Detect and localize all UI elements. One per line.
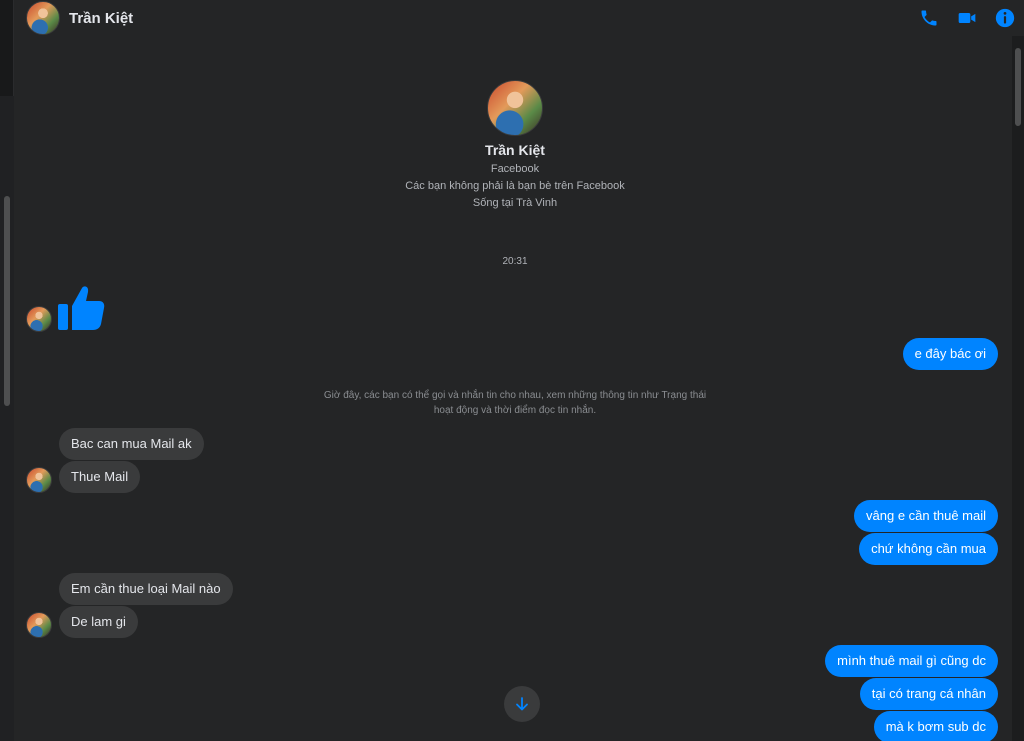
sender-avatar[interactable] xyxy=(26,612,52,638)
scroll-to-bottom-button[interactable] xyxy=(504,686,540,722)
contact-intro-card: Trần Kiệt Facebook Các bạn không phải là… xyxy=(14,80,1016,209)
video-camera-icon xyxy=(958,13,976,23)
avatar xyxy=(26,306,52,332)
message-bubble-outgoing[interactable]: tại có trang cá nhân xyxy=(859,678,998,710)
left-scrollbar-thumb[interactable] xyxy=(4,196,10,406)
avatar xyxy=(26,612,52,638)
header-actions xyxy=(910,0,1024,36)
message-bubble-outgoing[interactable]: vâng e cần thuê mail xyxy=(854,500,998,532)
like-sticker xyxy=(56,282,108,334)
voice-call-button[interactable] xyxy=(910,0,948,36)
message-bubble-incoming[interactable]: Bac can mua Mail ak xyxy=(59,428,204,460)
intro-platform: Facebook xyxy=(490,163,540,175)
system-notice-line: Giờ đây, các bạn có thể gọi và nhắn tin … xyxy=(323,390,707,401)
message-bubble-outgoing[interactable]: mà k bơm sub dc xyxy=(873,711,998,741)
right-scrollbar-thumb[interactable] xyxy=(1015,48,1021,126)
arrow-down-icon xyxy=(516,697,528,711)
message-bubble-outgoing[interactable]: mình thuê mail gì cũng dc xyxy=(825,645,998,677)
conversation-pane: Trần Kiệt Trần Kiệt Facebook Các bạn khô… xyxy=(14,0,1024,741)
contact-name[interactable]: Trần Kiệt xyxy=(69,10,133,27)
message-timestamp: 20:31 xyxy=(502,256,528,267)
system-notice-line: hoạt động và thời điểm đọc tin nhắn. xyxy=(433,405,597,416)
left-scrollbar[interactable] xyxy=(0,96,14,741)
intro-location: Sống tại Trà Vinh xyxy=(472,197,558,209)
phone-icon xyxy=(921,10,937,26)
info-icon xyxy=(995,8,1015,28)
sender-avatar[interactable] xyxy=(26,306,52,332)
message-bubble-outgoing[interactable]: e đây bác ơi xyxy=(902,338,998,370)
intro-friend-status: Các bạn không phải là bạn bè trên Facebo… xyxy=(405,180,625,192)
video-call-button[interactable] xyxy=(948,0,986,36)
sender-avatar[interactable] xyxy=(26,467,52,493)
message-bubble-outgoing[interactable]: chứ không cần mua xyxy=(859,533,998,565)
thumbs-up-icon xyxy=(58,286,105,330)
avatar xyxy=(26,467,52,493)
intro-avatar[interactable] xyxy=(487,80,543,136)
contact-avatar[interactable] xyxy=(26,1,60,35)
chat-header: Trần Kiệt xyxy=(14,0,1024,36)
system-notice: Giờ đây, các bạn có thể gọi và nhắn tin … xyxy=(314,388,716,418)
intro-name[interactable]: Trần Kiệt xyxy=(14,142,1016,158)
message-bubble-incoming[interactable]: De lam gi xyxy=(59,606,138,638)
right-scrollbar[interactable] xyxy=(1012,0,1024,741)
message-bubble-incoming[interactable]: Em cần thue loại Mail nào xyxy=(59,573,233,605)
conversation-info-button[interactable] xyxy=(986,0,1024,36)
message-bubble-incoming[interactable]: Thue Mail xyxy=(59,461,141,493)
